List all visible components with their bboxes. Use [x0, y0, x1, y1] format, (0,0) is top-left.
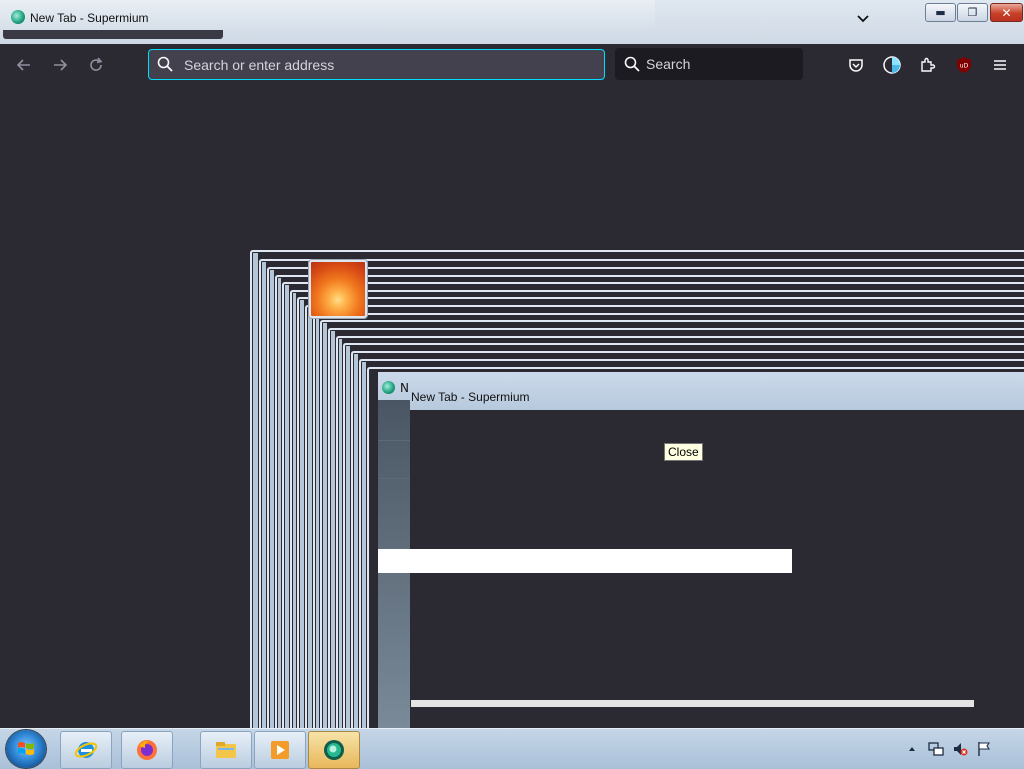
reload-icon	[90, 57, 103, 71]
extensions-button[interactable]	[918, 55, 938, 75]
ublock-button[interactable]: uD	[954, 55, 974, 75]
volume-muted-icon	[954, 743, 968, 756]
minimize-button[interactable]: ▬	[925, 3, 956, 22]
svg-text:uD: uD	[960, 63, 969, 70]
restore-button[interactable]: ❐	[957, 3, 988, 22]
minimize-glyph: ▬	[935, 6, 946, 19]
volume-button[interactable]	[952, 741, 968, 757]
show-hidden-icons-button[interactable]	[904, 741, 920, 757]
close-tooltip: Close	[664, 443, 703, 461]
sidebar-divider	[378, 478, 410, 479]
taskbar-explorer-button[interactable]	[200, 731, 252, 769]
inner-window-title: New Tab - Supermium	[411, 390, 530, 404]
action-center-button[interactable]	[976, 741, 992, 757]
sidebar-divider	[378, 440, 410, 441]
windows-logo-icon	[18, 742, 34, 755]
internet-explorer-icon	[74, 742, 98, 758]
taskbar-ie-button[interactable]	[60, 731, 112, 769]
search-bar[interactable]: Search	[615, 48, 803, 80]
app-menu-button[interactable]	[990, 55, 1010, 75]
window-titlebar: New Tab - Supermium ▬ ❐ ✕	[0, 0, 1024, 44]
address-bar[interactable]	[148, 49, 605, 80]
action-center-flag-icon	[978, 742, 991, 756]
taskbar-firefox-button[interactable]	[121, 731, 173, 769]
inner-window-titlebar: N New Tab - Supermium	[378, 372, 1024, 410]
user-picture-tile	[309, 260, 367, 318]
supermium-icon	[324, 740, 344, 760]
back-button[interactable]	[14, 55, 34, 75]
search-icon	[624, 56, 640, 72]
navigation-toolbar: Search uD	[0, 44, 1024, 86]
inner-title-fragment: N	[400, 381, 409, 395]
supermium-icon	[382, 381, 395, 394]
show-hidden-icons-icon	[909, 747, 915, 751]
account-button[interactable]	[882, 55, 902, 75]
firefox-icon	[137, 740, 157, 760]
account-icon	[883, 56, 901, 74]
blank-scroll-strip	[411, 700, 974, 707]
blank-input-strip	[378, 549, 792, 573]
restore-glyph: ❐	[967, 6, 978, 19]
window-title: New Tab - Supermium	[30, 11, 149, 25]
pocket-icon	[849, 59, 863, 72]
file-explorer-icon	[216, 742, 236, 758]
search-bar-label: Search	[646, 56, 691, 72]
pocket-button[interactable]	[846, 55, 866, 75]
search-icon	[157, 56, 173, 72]
address-input[interactable]	[182, 54, 586, 76]
close-button[interactable]: ✕	[990, 3, 1023, 22]
network-button[interactable]	[928, 741, 944, 757]
supermium-icon	[11, 10, 25, 24]
ublock-icon: uD	[957, 57, 971, 73]
chevron-down-icon[interactable]	[856, 12, 870, 26]
start-button[interactable]	[6, 730, 46, 768]
reload-button[interactable]	[86, 55, 106, 75]
windows-taskbar	[0, 728, 1024, 769]
forward-arrow-icon	[54, 59, 68, 71]
taskbar-supermium-button[interactable]	[308, 731, 360, 769]
taskbar-media-button[interactable]	[254, 731, 306, 769]
forward-button[interactable]	[50, 55, 70, 75]
back-arrow-icon	[16, 59, 30, 71]
tab-strip-shadow	[3, 30, 223, 39]
close-glyph: ✕	[1001, 5, 1012, 20]
media-player-icon	[271, 741, 289, 759]
extensions-icon	[921, 57, 936, 72]
system-tray	[900, 729, 1024, 769]
sidebar-divider	[378, 516, 410, 517]
menu-icon	[994, 60, 1006, 70]
network-icon	[928, 742, 944, 756]
